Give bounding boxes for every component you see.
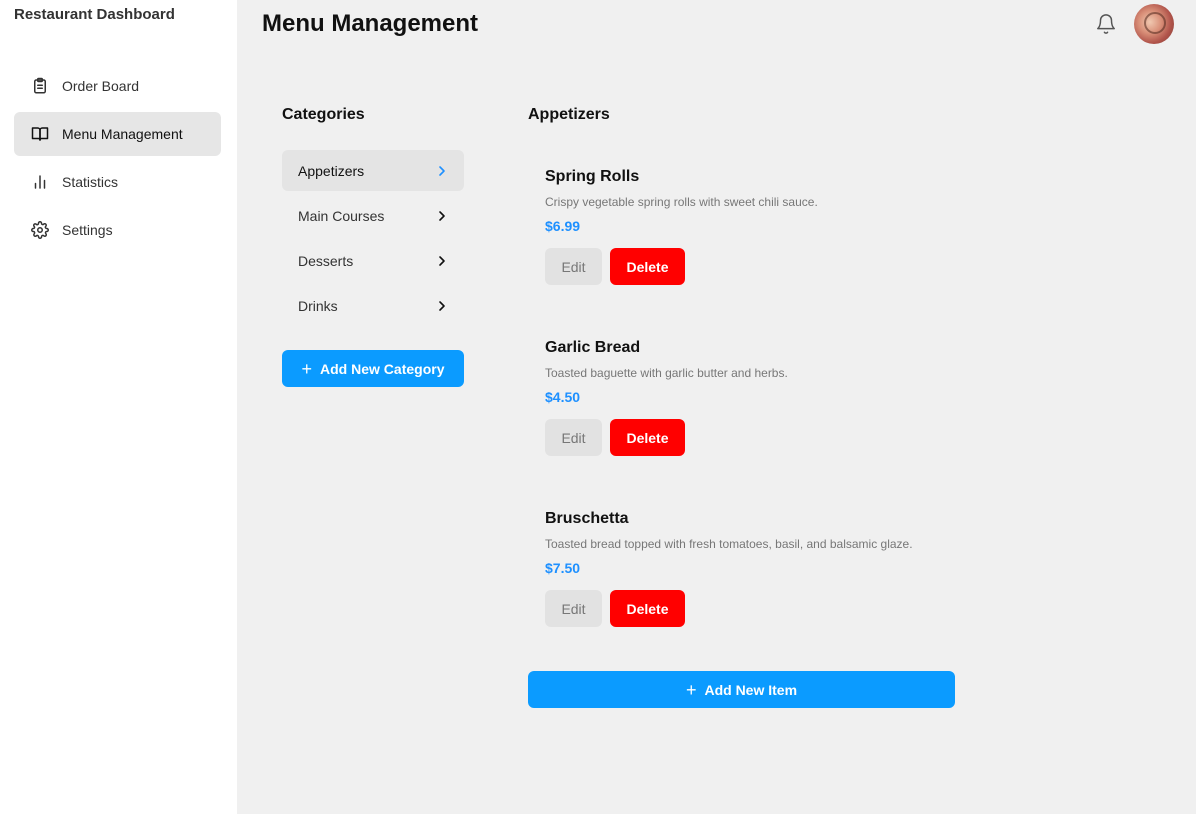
- category-label: Desserts: [298, 252, 354, 269]
- bell-icon[interactable]: [1095, 12, 1117, 36]
- chevron-right-icon: [436, 165, 448, 177]
- avatar[interactable]: [1134, 4, 1174, 44]
- add-item-button[interactable]: + Add New Item: [528, 671, 955, 708]
- chevron-right-icon: [436, 300, 448, 312]
- add-category-label: Add New Category: [320, 360, 445, 377]
- menu-item-name: Garlic Bread: [545, 339, 641, 356]
- menu-item-name: Spring Rolls: [545, 168, 640, 185]
- category-label: Drinks: [298, 297, 338, 314]
- plus-icon: +: [301, 358, 313, 379]
- category-label: Main Courses: [298, 207, 385, 224]
- chevron-right-icon: [436, 210, 448, 222]
- menu-item-price: $4.50: [545, 389, 581, 405]
- edit-button[interactable]: Edit: [545, 419, 602, 456]
- menu-item-name: Bruschetta: [545, 510, 629, 527]
- categories-heading: Categories: [282, 106, 365, 123]
- bar-chart-icon: [30, 172, 50, 192]
- category-item-appetizers[interactable]: Appetizers: [282, 150, 464, 191]
- edit-button[interactable]: Edit: [545, 590, 602, 627]
- delete-button[interactable]: Delete: [610, 248, 685, 285]
- sidebar-item-label: Statistics: [62, 174, 119, 190]
- edit-button[interactable]: Edit: [545, 248, 602, 285]
- sidebar-item-label: Order Board: [62, 78, 140, 94]
- category-item-main-courses[interactable]: Main Courses: [282, 195, 464, 236]
- menu-item-description: Crispy vegetable spring rolls with sweet…: [545, 195, 818, 209]
- sidebar-nav: Order Board Menu Management Statistics S…: [14, 64, 221, 256]
- chevron-right-icon: [436, 255, 448, 267]
- category-item-desserts[interactable]: Desserts: [282, 240, 464, 281]
- sidebar-item-menu-management[interactable]: Menu Management: [14, 112, 221, 156]
- page-title: Menu Management: [262, 10, 479, 37]
- sidebar-item-label: Menu Management: [62, 126, 183, 142]
- add-category-button[interactable]: + Add New Category: [282, 350, 464, 387]
- clipboard-icon: [30, 76, 50, 96]
- app-title: Restaurant Dashboard: [14, 6, 175, 23]
- menu-item-description: Toasted baguette with garlic butter and …: [545, 366, 788, 380]
- book-icon: [30, 124, 50, 144]
- menu-item: Spring Rolls Crispy vegetable spring rol…: [545, 168, 965, 285]
- menu-item-description: Toasted bread topped with fresh tomatoes…: [545, 537, 913, 551]
- gear-icon: [30, 220, 50, 240]
- menu-item-price: $6.99: [545, 218, 581, 234]
- menu-item-actions: Edit Delete: [545, 248, 965, 285]
- menu-item-price: $7.50: [545, 560, 581, 576]
- add-item-label: Add New Item: [704, 681, 798, 698]
- delete-button[interactable]: Delete: [610, 419, 685, 456]
- menu-item: Bruschetta Toasted bread topped with fre…: [545, 510, 965, 627]
- sidebar-item-label: Settings: [62, 222, 113, 238]
- plus-icon: +: [685, 679, 697, 700]
- sidebar: Restaurant Dashboard Order Board Menu Ma…: [0, 0, 237, 814]
- menu-item: Garlic Bread Toasted baguette with garli…: [545, 339, 965, 456]
- sidebar-item-settings[interactable]: Settings: [14, 208, 221, 252]
- menu-item-actions: Edit Delete: [545, 419, 965, 456]
- category-item-drinks[interactable]: Drinks: [282, 285, 464, 326]
- category-list: Appetizers Main Courses Desserts Drinks: [282, 150, 464, 330]
- category-label: Appetizers: [298, 162, 365, 179]
- main-content: Menu Management Categories Appetizers Ma…: [237, 0, 1196, 814]
- menu-item-actions: Edit Delete: [545, 590, 965, 627]
- menu-items-heading: Appetizers: [528, 106, 610, 123]
- sidebar-item-order-board[interactable]: Order Board: [14, 64, 221, 108]
- sidebar-item-statistics[interactable]: Statistics: [14, 160, 221, 204]
- delete-button[interactable]: Delete: [610, 590, 685, 627]
